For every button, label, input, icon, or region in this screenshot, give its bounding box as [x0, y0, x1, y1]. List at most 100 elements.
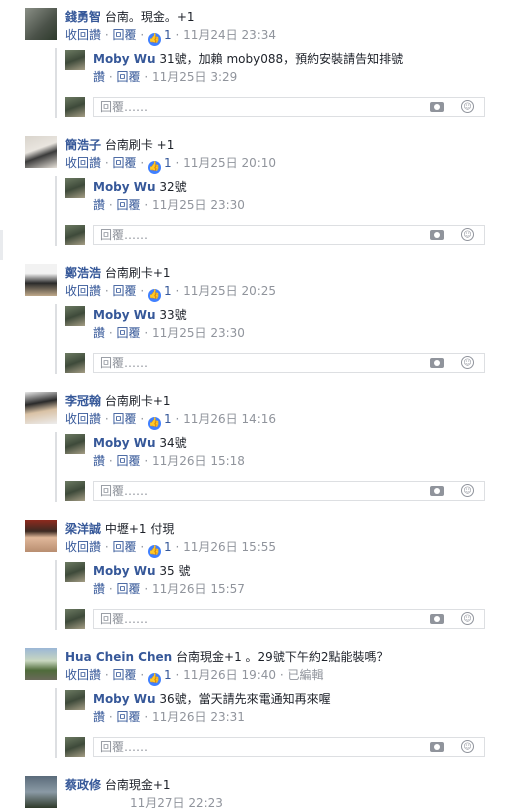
- reply-input-box[interactable]: ☺: [93, 353, 485, 373]
- avatar[interactable]: [65, 434, 85, 454]
- emoji-icon[interactable]: ☺: [461, 612, 474, 625]
- emoji-icon[interactable]: ☺: [461, 228, 474, 241]
- comment-author[interactable]: 李冠翰: [65, 394, 101, 408]
- emoji-icon[interactable]: ☺: [461, 484, 474, 497]
- comment-text: 台南。現金。+1: [104, 10, 195, 24]
- camera-icon[interactable]: [430, 486, 444, 496]
- like-count[interactable]: 👍 1: [148, 540, 172, 558]
- reply-button[interactable]: 回覆: [113, 412, 137, 426]
- thread-line: [55, 688, 57, 758]
- withdraw-like-button[interactable]: 收回讚: [65, 156, 101, 170]
- reply-text: 34號: [159, 436, 187, 450]
- comment-author[interactable]: Hua Chein Chen: [65, 650, 172, 664]
- withdraw-like-button[interactable]: 收回讚: [65, 668, 101, 682]
- comment-author[interactable]: 蔡政修: [65, 778, 101, 792]
- avatar[interactable]: [65, 562, 85, 582]
- avatar[interactable]: [25, 264, 57, 296]
- camera-icon[interactable]: [430, 614, 444, 624]
- comment-timestamp[interactable]: 11月26日 14:16: [183, 412, 276, 426]
- withdraw-like-button[interactable]: 收回讚: [65, 28, 101, 42]
- comment-author[interactable]: 簡浩子: [65, 138, 101, 152]
- avatar[interactable]: [25, 520, 57, 552]
- like-count[interactable]: 👍 1: [148, 284, 172, 302]
- comment-timestamp[interactable]: 11月25日 20:10: [183, 156, 276, 170]
- like-count[interactable]: 👍 1: [148, 156, 172, 174]
- comment-text: 台南現金+1 。29號下午約2點能裝嗎？: [176, 650, 389, 664]
- avatar[interactable]: [25, 392, 57, 424]
- comment-timestamp[interactable]: 11月25日 20:25: [183, 284, 276, 298]
- withdraw-like-button[interactable]: 收回讚: [65, 540, 101, 554]
- reply-button[interactable]: 回覆: [113, 540, 137, 554]
- emoji-icon[interactable]: ☺: [461, 740, 474, 753]
- reply-text: 35 號: [159, 564, 191, 578]
- comment-author[interactable]: 錢勇智: [65, 10, 101, 24]
- like-button[interactable]: 讚: [93, 454, 105, 468]
- withdraw-like-button[interactable]: 收回讚: [65, 412, 101, 426]
- reply-button[interactable]: 回覆: [117, 582, 141, 596]
- reply-timestamp[interactable]: 11月25日 23:30: [152, 326, 245, 340]
- comment-timestamp[interactable]: 11月26日 15:55: [183, 540, 276, 554]
- comment-timestamp[interactable]: 11月24日 23:34: [183, 28, 276, 42]
- reply-input-box[interactable]: ☺: [93, 97, 485, 117]
- reply-button[interactable]: 回覆: [113, 156, 137, 170]
- reply-input[interactable]: [94, 738, 420, 756]
- like-count[interactable]: 👍 1: [148, 668, 172, 686]
- comment-author[interactable]: 鄭浩浩: [65, 266, 101, 280]
- reply-button[interactable]: 回覆: [117, 710, 141, 724]
- reply-timestamp[interactable]: 11月26日 15:18: [152, 454, 245, 468]
- like-button[interactable]: 讚: [93, 710, 105, 724]
- reply-input-box[interactable]: ☺: [93, 481, 485, 501]
- reply-button[interactable]: 回覆: [113, 668, 137, 682]
- avatar[interactable]: [65, 690, 85, 710]
- reply-timestamp[interactable]: 11月26日 15:57: [152, 582, 245, 596]
- like-count[interactable]: 👍 1: [148, 28, 172, 46]
- reply-input[interactable]: [94, 354, 420, 372]
- reply-input[interactable]: [94, 226, 420, 244]
- reply-input[interactable]: [94, 98, 420, 116]
- reply-author[interactable]: Moby Wu: [93, 308, 156, 322]
- avatar[interactable]: [25, 8, 57, 40]
- avatar[interactable]: [25, 648, 57, 680]
- reply-button[interactable]: 回覆: [117, 454, 141, 468]
- like-count[interactable]: 👍 1: [148, 412, 172, 430]
- like-button[interactable]: 讚: [93, 198, 105, 212]
- reply-input[interactable]: [94, 482, 420, 500]
- like-button[interactable]: 讚: [93, 582, 105, 596]
- camera-icon[interactable]: [430, 358, 444, 368]
- reply-input[interactable]: [94, 610, 420, 628]
- camera-icon[interactable]: [430, 742, 444, 752]
- reply-timestamp[interactable]: 11月25日 3:29: [152, 70, 237, 84]
- reply-button[interactable]: 回覆: [113, 28, 137, 42]
- camera-icon[interactable]: [430, 102, 444, 112]
- avatar[interactable]: [65, 306, 85, 326]
- emoji-icon[interactable]: ☺: [461, 356, 474, 369]
- avatar[interactable]: [25, 776, 57, 808]
- reply-author[interactable]: Moby Wu: [93, 564, 156, 578]
- reply-button[interactable]: 回覆: [113, 284, 137, 298]
- reply-button[interactable]: 回覆: [117, 326, 141, 340]
- camera-icon[interactable]: [430, 230, 444, 240]
- avatar[interactable]: [65, 50, 85, 70]
- like-button[interactable]: 讚: [93, 70, 105, 84]
- reply-author[interactable]: Moby Wu: [93, 692, 156, 706]
- reply-author[interactable]: Moby Wu: [93, 436, 156, 450]
- comment-author[interactable]: 梁洋誠: [65, 522, 101, 536]
- like-button[interactable]: 讚: [93, 326, 105, 340]
- reply-button[interactable]: 回覆: [117, 198, 141, 212]
- emoji-icon[interactable]: ☺: [461, 100, 474, 113]
- avatar: [65, 737, 85, 757]
- edited-label[interactable]: 已編輯: [288, 668, 324, 682]
- avatar[interactable]: [65, 178, 85, 198]
- comment-timestamp[interactable]: 11月26日 19:40: [183, 668, 276, 682]
- reply-button[interactable]: 回覆: [117, 70, 141, 84]
- reply-input-box[interactable]: ☺: [93, 737, 485, 757]
- reply-timestamp[interactable]: 11月26日 23:31: [152, 710, 245, 724]
- reply-author[interactable]: Moby Wu: [93, 180, 156, 194]
- withdraw-like-button[interactable]: 收回讚: [65, 284, 101, 298]
- reply-author[interactable]: Moby Wu: [93, 52, 156, 66]
- reply-timestamp[interactable]: 11月25日 23:30: [152, 198, 245, 212]
- reply-input-box[interactable]: ☺: [93, 225, 485, 245]
- thread-line: [55, 48, 57, 118]
- reply-input-box[interactable]: ☺: [93, 609, 485, 629]
- avatar[interactable]: [25, 136, 57, 168]
